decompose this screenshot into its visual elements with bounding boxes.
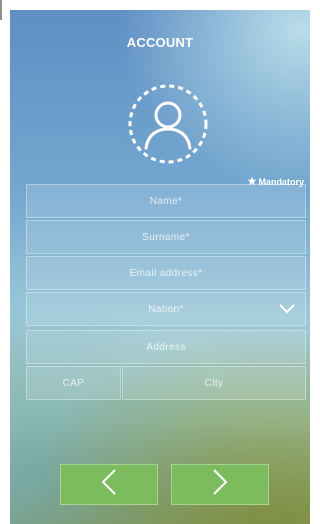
address-field[interactable]: Address xyxy=(26,330,306,364)
email-placeholder: Email address* xyxy=(129,267,203,279)
surname-field[interactable]: Surname* xyxy=(26,220,306,254)
name-placeholder: Name* xyxy=(149,195,183,207)
name-field[interactable]: Name* xyxy=(26,184,306,218)
city-placeholder: City xyxy=(204,377,224,389)
account-screen: ACCOUNT Mandatory Name* Surname* Email a… xyxy=(10,10,310,524)
nation-select[interactable]: Nation* xyxy=(26,292,306,326)
chevron-left-icon xyxy=(100,468,118,501)
chevron-down-icon[interactable] xyxy=(279,303,295,315)
nation-placeholder: Nation* xyxy=(148,303,184,315)
back-button[interactable] xyxy=(60,464,158,505)
city-field[interactable]: City xyxy=(122,366,306,400)
next-button[interactable] xyxy=(171,464,269,505)
surname-placeholder: Surname* xyxy=(142,231,190,243)
corner-mark xyxy=(0,0,2,20)
page-title: ACCOUNT xyxy=(126,35,194,50)
user-avatar-icon[interactable] xyxy=(126,82,210,166)
cap-field[interactable]: CAP xyxy=(26,366,121,400)
address-placeholder: Address xyxy=(146,341,186,353)
email-field[interactable]: Email address* xyxy=(26,256,306,290)
cap-placeholder: CAP xyxy=(62,377,85,389)
chevron-right-icon xyxy=(211,468,229,501)
